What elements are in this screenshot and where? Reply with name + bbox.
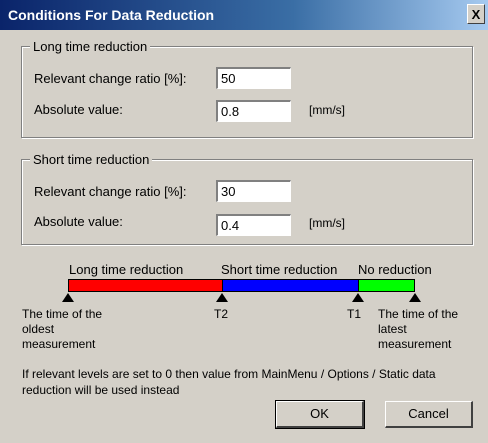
long-ratio-input[interactable] bbox=[216, 67, 291, 89]
ok-button[interactable]: OK bbox=[275, 400, 365, 429]
latest-marker-icon bbox=[409, 293, 421, 302]
timeline-short-segment bbox=[222, 279, 359, 292]
timeline-long-label: Long time reduction bbox=[69, 262, 184, 277]
marker-t2-text: T2 bbox=[214, 307, 229, 321]
long-group-legend: Long time reduction bbox=[30, 39, 151, 54]
long-absolute-input[interactable] bbox=[216, 100, 291, 122]
marker-t1-text: T1 bbox=[347, 307, 362, 321]
long-absolute-label: Absolute value: bbox=[34, 102, 123, 117]
timeline-none-segment bbox=[358, 279, 415, 292]
oldest-marker-icon bbox=[62, 293, 74, 302]
marker-oldest-text: The time of the oldest measurement bbox=[22, 307, 103, 351]
marker-latest-text: The time of the latest measurement bbox=[378, 307, 459, 351]
info-note: If relevant levels are set to 0 then val… bbox=[22, 367, 436, 397]
timeline-none-label: No reduction bbox=[358, 262, 432, 277]
timeline-long-segment bbox=[68, 279, 223, 292]
short-ratio-label: Relevant change ratio [%]: bbox=[34, 184, 187, 199]
long-time-reduction-group: Long time reduction bbox=[21, 39, 473, 138]
window-title: Conditions For Data Reduction bbox=[8, 7, 215, 23]
t2-marker-icon bbox=[216, 293, 228, 302]
short-group-legend: Short time reduction bbox=[30, 152, 153, 167]
t1-marker-icon bbox=[352, 293, 364, 302]
title-bar: Conditions For Data Reduction X bbox=[0, 0, 488, 30]
long-ratio-label: Relevant change ratio [%]: bbox=[34, 71, 187, 86]
short-unit-label: [mm/s] bbox=[309, 216, 345, 230]
short-ratio-input[interactable] bbox=[216, 180, 291, 202]
short-absolute-label: Absolute value: bbox=[34, 214, 123, 229]
long-unit-label: [mm/s] bbox=[309, 103, 345, 117]
close-button[interactable]: X bbox=[467, 4, 485, 24]
short-absolute-input[interactable] bbox=[216, 214, 291, 236]
timeline-short-label: Short time reduction bbox=[221, 262, 338, 277]
cancel-button[interactable]: Cancel bbox=[385, 401, 473, 428]
